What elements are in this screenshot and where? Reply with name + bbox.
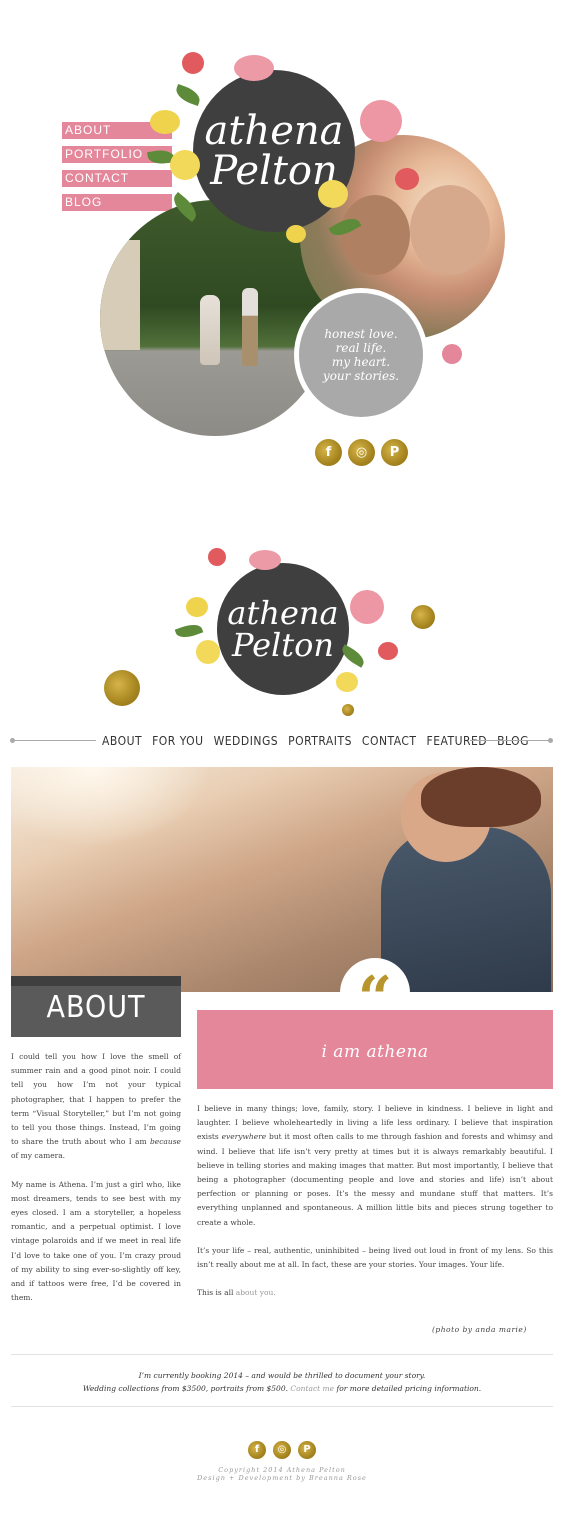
pink-dot	[442, 344, 462, 364]
tagline-line-3: my heart.	[331, 355, 391, 369]
copyright: Copyright 2014 Athena Pelton	[218, 1466, 346, 1474]
logo-line-2: Pelton	[232, 626, 334, 664]
about-right-paragraph-2: It’s your life – real, authentic, uninhi…	[197, 1245, 553, 1270]
brick-wall	[100, 240, 140, 350]
about-right-paragraph-1: I believe in many things; love, family, …	[197, 1104, 554, 1227]
red-rose	[395, 168, 419, 190]
main-nav: ABOUT FOR YOU WEDDINGS PORTRAITS CONTACT…	[0, 734, 564, 750]
pink-rose	[234, 55, 274, 81]
nav-blog-link[interactable]: BLOG	[62, 194, 172, 211]
divider	[11, 1406, 553, 1407]
about-left-paragraph-2: My name is Athena. I’m just a girl who, …	[11, 1179, 181, 1303]
tagline-text: honest love. real life. my heart. your s…	[299, 293, 423, 417]
main-nav-for-you[interactable]: FOR YOU	[152, 734, 203, 748]
person-hair	[421, 767, 541, 827]
heading-bar	[11, 976, 181, 986]
yellow-rose	[196, 640, 220, 664]
footer: Copyright 2014 Athena Pelton Design + De…	[0, 1466, 564, 1482]
i-am-athena-banner: i am athena	[197, 1010, 553, 1089]
sun-flare	[11, 767, 211, 847]
about-heading: ABOUT	[46, 990, 146, 1025]
main-nav-links: ABOUT FOR YOU WEDDINGS PORTRAITS CONTACT…	[102, 734, 529, 748]
pink-rose	[360, 100, 402, 142]
about-hero-photo	[11, 767, 553, 992]
photo-credit: (photo by anda marie)	[432, 1325, 527, 1334]
logo-line-2: Pelton	[210, 148, 338, 194]
red-rose	[182, 52, 204, 74]
red-rose	[208, 548, 226, 566]
face-shape	[340, 195, 410, 275]
tagline-line-1: honest love.	[324, 327, 398, 341]
facebook-icon[interactable]: f	[248, 1441, 266, 1459]
tagline-circle: honest love. real life. my heart. your s…	[294, 288, 428, 422]
logo-line-1: athena	[204, 108, 344, 154]
instagram-icon[interactable]: ◎	[273, 1441, 291, 1459]
pinterest-icon[interactable]: P	[298, 1441, 316, 1459]
booking-info: I’m currently booking 2014 – and would b…	[11, 1369, 553, 1395]
pinterest-icon[interactable]: P	[381, 439, 408, 466]
about-left-column: I could tell you how I love the smell of…	[11, 1050, 181, 1319]
yellow-rose	[170, 150, 200, 180]
yellow-rose	[186, 597, 208, 617]
about-right-column: I believe in many things; love, family, …	[197, 1102, 553, 1314]
facebook-icon[interactable]: f	[315, 439, 342, 466]
nav-rule	[470, 740, 550, 741]
main-nav-featured[interactable]: FEATURED	[427, 734, 488, 748]
about-you-link[interactable]: about you.	[236, 1288, 276, 1297]
logo-line-1: athena	[227, 594, 339, 632]
yellow-rose	[318, 180, 348, 208]
yellow-rose	[336, 672, 358, 692]
main-nav-weddings[interactable]: WEDDINGS	[214, 734, 279, 748]
about-heading-box: ABOUT	[11, 976, 181, 1037]
main-nav-portraits[interactable]: PORTRAITS	[288, 734, 352, 748]
logo-secondary[interactable]: athena Pelton	[217, 563, 349, 695]
leaf	[174, 620, 204, 642]
face-shape-2	[410, 185, 490, 275]
hero-section: ABOUT PORTFOLIO CONTACT BLOG athena Pelt…	[0, 0, 564, 480]
groom-figure	[242, 288, 258, 366]
main-nav-about[interactable]: ABOUT	[102, 734, 142, 748]
about-left-paragraph-1: I could tell you how I love the smell of…	[11, 1052, 181, 1161]
nav-dot	[548, 738, 553, 743]
bride-figure	[200, 295, 220, 365]
pink-rose	[249, 550, 281, 570]
booking-line-1: I’m currently booking 2014 – and would b…	[138, 1371, 426, 1380]
tagline-line-2: real life.	[335, 341, 387, 355]
gold-dot	[104, 670, 140, 706]
instagram-icon[interactable]: ◎	[348, 439, 375, 466]
banner-text: i am athena	[321, 1042, 429, 1062]
main-nav-blog[interactable]: BLOG	[497, 734, 529, 748]
main-nav-contact[interactable]: CONTACT	[362, 734, 417, 748]
design-credit[interactable]: Design + Development by Breanna Rose	[0, 1474, 564, 1482]
contact-me-link[interactable]: Contact me	[290, 1384, 334, 1393]
nav-contact-link[interactable]: CONTACT	[62, 170, 172, 187]
nav-rule	[14, 740, 96, 741]
about-right-paragraph-3: This is all about you.	[197, 1288, 276, 1298]
tagline-line-4: your stories.	[322, 369, 400, 383]
booking-line-2: Wedding collections from $3500, portrait…	[82, 1384, 482, 1393]
pink-rose	[350, 590, 384, 624]
red-rose	[378, 642, 398, 660]
gold-dot	[342, 704, 354, 716]
divider	[11, 1354, 553, 1355]
yellow-rose	[286, 225, 306, 243]
leaf	[173, 83, 203, 107]
yellow-rose	[150, 110, 180, 134]
gold-dot	[411, 605, 435, 629]
